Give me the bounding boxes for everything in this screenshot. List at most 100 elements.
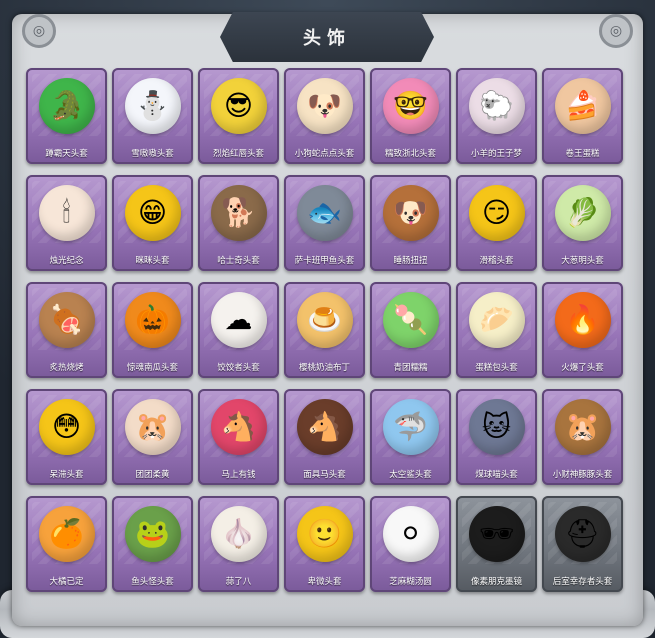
headwear-name: 萨卡班甲鱼头套	[294, 256, 355, 266]
headwear-card[interactable]: 🔥 火爆了头套	[542, 282, 623, 378]
headwear-card[interactable]: 🍮 樱桃奶油布丁	[284, 282, 365, 378]
headwear-card[interactable]: 🐱 煤球喵头套	[456, 389, 537, 485]
headwear-card[interactable]: 🐶 小狗蛇点点头套	[284, 68, 365, 164]
headwear-card[interactable]: 😏 滑稽头套	[456, 175, 537, 271]
headwear-name: 大橘已定	[49, 577, 84, 587]
fire-head-icon: 🔥	[554, 292, 611, 348]
headwear-card[interactable]: 😁 眯眯头套	[112, 175, 193, 271]
candle-head-icon: 🕯	[38, 185, 95, 241]
headwear-card[interactable]: ⛑ 后室幸存者头套	[542, 496, 623, 592]
headwear-name: 煤球喵头套	[475, 470, 518, 480]
headwear-card[interactable]: 🍊 大橘已定	[26, 496, 107, 592]
headwear-name: 睡肠扭扭	[393, 256, 428, 266]
garlic-head-icon: 🧄	[210, 506, 267, 562]
headwear-name: 火爆了头套	[561, 363, 604, 373]
headwear-card[interactable]: 🐟 萨卡班甲鱼头套	[284, 175, 365, 271]
green-rice-ball-head-icon: 🍡	[382, 292, 439, 348]
headwear-name: 青团糯糯	[393, 363, 428, 373]
pixel-sunglasses-icon: 🕶	[468, 506, 525, 562]
headwear-name: 小狗蛇点点头套	[294, 149, 355, 159]
gas-mask-helmet-icon: ⛑	[554, 506, 611, 562]
headwear-name: 小羊的王子梦	[470, 149, 522, 159]
headwear-card[interactable]: 🐊 蹲霸天头套	[26, 68, 107, 164]
headwear-card[interactable]: 🐶 睡肠扭扭	[370, 175, 451, 271]
headwear-card[interactable]: 😳 呆滞头套	[26, 389, 107, 485]
headwear-card[interactable]: 🦈 太空鲨头套	[370, 389, 451, 485]
snowman-head-icon: ⛄	[124, 78, 181, 134]
headwear-name: 烈焰红唇头套	[212, 149, 264, 159]
fish-monster-head-icon: 🐸	[124, 506, 181, 562]
green-onion-head-icon: 🥬	[554, 185, 611, 241]
headwear-name: 樱桃奶油布丁	[298, 363, 350, 373]
bbq-meat-head-icon: 🍖	[38, 292, 95, 348]
headwear-card[interactable]: 🐴 马上有钱	[198, 389, 279, 485]
headwear-name: 大葱明头套	[561, 256, 604, 266]
headwear-card[interactable]: 🙂 卑微头套	[284, 496, 365, 592]
headwear-name: 鱼头怪头套	[131, 577, 174, 587]
headwear-card[interactable]: 🐹 小财神豚豚头套	[542, 389, 623, 485]
headwear-card[interactable]: 🕶 像素朋克墨镜	[456, 496, 537, 592]
pink-glasses-head-icon: 🤓	[382, 78, 439, 134]
roll-cake-head-icon: 🍰	[554, 78, 611, 134]
horse-mask-head-icon: 🐴	[296, 399, 353, 455]
smirk-emoji-head-icon: 😏	[468, 185, 525, 241]
headwear-card[interactable]: 🐑 小羊的王子梦	[456, 68, 537, 164]
item-grid: 🐊 蹲霸天头套 ⛄ 雪嗷嗷头套 😎 烈焰红唇头套 🐶 小狗蛇点点头套 🤓 糯致浙北头套 🐑 小羊的王子…	[26, 68, 630, 592]
corner-ornament-left-icon: ◎	[22, 14, 56, 48]
hamster-head-icon: 🐹	[124, 399, 181, 455]
headwear-name: 卷王蛋糕	[565, 149, 600, 159]
headwear-card[interactable]: 🥬 大葱明头套	[542, 175, 623, 271]
shark-head-icon: 🦈	[382, 399, 439, 455]
meek-emoji-head-icon: 🙂	[296, 506, 353, 562]
headwear-name: 滑稽头套	[479, 256, 514, 266]
title-banner: 头饰	[220, 12, 434, 62]
headwear-name: 小财神豚豚头套	[552, 470, 613, 480]
headwear-card[interactable]: 🐸 鱼头怪头套	[112, 496, 193, 592]
headwear-name: 饺饺者头套	[217, 363, 260, 373]
headwear-name: 马上有钱	[221, 470, 256, 480]
husky-sunglasses-head-icon: 🐕	[210, 185, 267, 241]
headwear-name: 后室幸存者头套	[552, 577, 613, 587]
headwear-name: 眯眯头套	[135, 256, 170, 266]
headwear-card[interactable]: 🍖 炙热烧烤	[26, 282, 107, 378]
headwear-name: 哈士奇头套	[217, 256, 260, 266]
headwear-name: 蛋糕包头套	[475, 363, 518, 373]
headwear-name: 太空鲨头套	[389, 470, 432, 480]
spotted-dog-head-icon: 🐶	[296, 78, 353, 134]
sheep-crown-head-icon: 🐑	[468, 78, 525, 134]
headwear-name: 团团柔黄	[135, 470, 170, 480]
pumpkin-head-icon: 🎃	[124, 292, 181, 348]
red-horse-head-icon: 🐴	[210, 399, 267, 455]
headwear-card[interactable]: 🍰 卷王蛋糕	[542, 68, 623, 164]
headwear-card[interactable]: ☁ 饺饺者头套	[198, 282, 279, 378]
corner-ornament-right-icon: ◎	[599, 14, 633, 48]
headwear-card[interactable]: 🤓 糯致浙北头套	[370, 68, 451, 164]
headwear-name: 惊魂南瓜头套	[126, 363, 178, 373]
headwear-card[interactable]: 🕯 烛光纪念	[26, 175, 107, 271]
headwear-card[interactable]: 🍡 青团糯糯	[370, 282, 451, 378]
headwear-name: 雪嗷嗷头套	[131, 149, 174, 159]
headwear-card[interactable]: ⚪ 芝麻糊汤圆	[370, 496, 451, 592]
headwear-card[interactable]: 😎 烈焰红唇头套	[198, 68, 279, 164]
grey-cat-head-icon: 🐱	[468, 399, 525, 455]
pudding-head-icon: 🍮	[296, 292, 353, 348]
headwear-card[interactable]: ⛄ 雪嗷嗷头套	[112, 68, 193, 164]
flushed-emoji-head-icon: 😳	[38, 399, 95, 455]
headwear-card[interactable]: 🐕 哈士奇头套	[198, 175, 279, 271]
grin-emoji-head-icon: 😁	[124, 185, 181, 241]
headwear-name: 像素朋克墨镜	[470, 577, 522, 587]
headwear-name: 蒜了八	[225, 577, 252, 587]
page-title: 头饰	[303, 28, 351, 49]
headwear-card[interactable]: 🧄 蒜了八	[198, 496, 279, 592]
orange-slice-head-icon: 🍊	[38, 506, 95, 562]
tangyuan-head-icon: ⚪	[382, 506, 439, 562]
headwear-name: 芝麻糊汤圆	[389, 577, 432, 587]
fish-head-icon: 🐟	[296, 185, 353, 241]
capybara-head-icon: 🐹	[554, 399, 611, 455]
headwear-card[interactable]: 🐴 面具马头套	[284, 389, 365, 485]
headwear-card[interactable]: 🎃 惊魂南瓜头套	[112, 282, 193, 378]
bun-king-head-icon: 🥟	[468, 292, 525, 348]
headwear-card[interactable]: 🥟 蛋糕包头套	[456, 282, 537, 378]
crocodile-head-icon: 🐊	[38, 78, 95, 134]
headwear-card[interactable]: 🐹 团团柔黄	[112, 389, 193, 485]
